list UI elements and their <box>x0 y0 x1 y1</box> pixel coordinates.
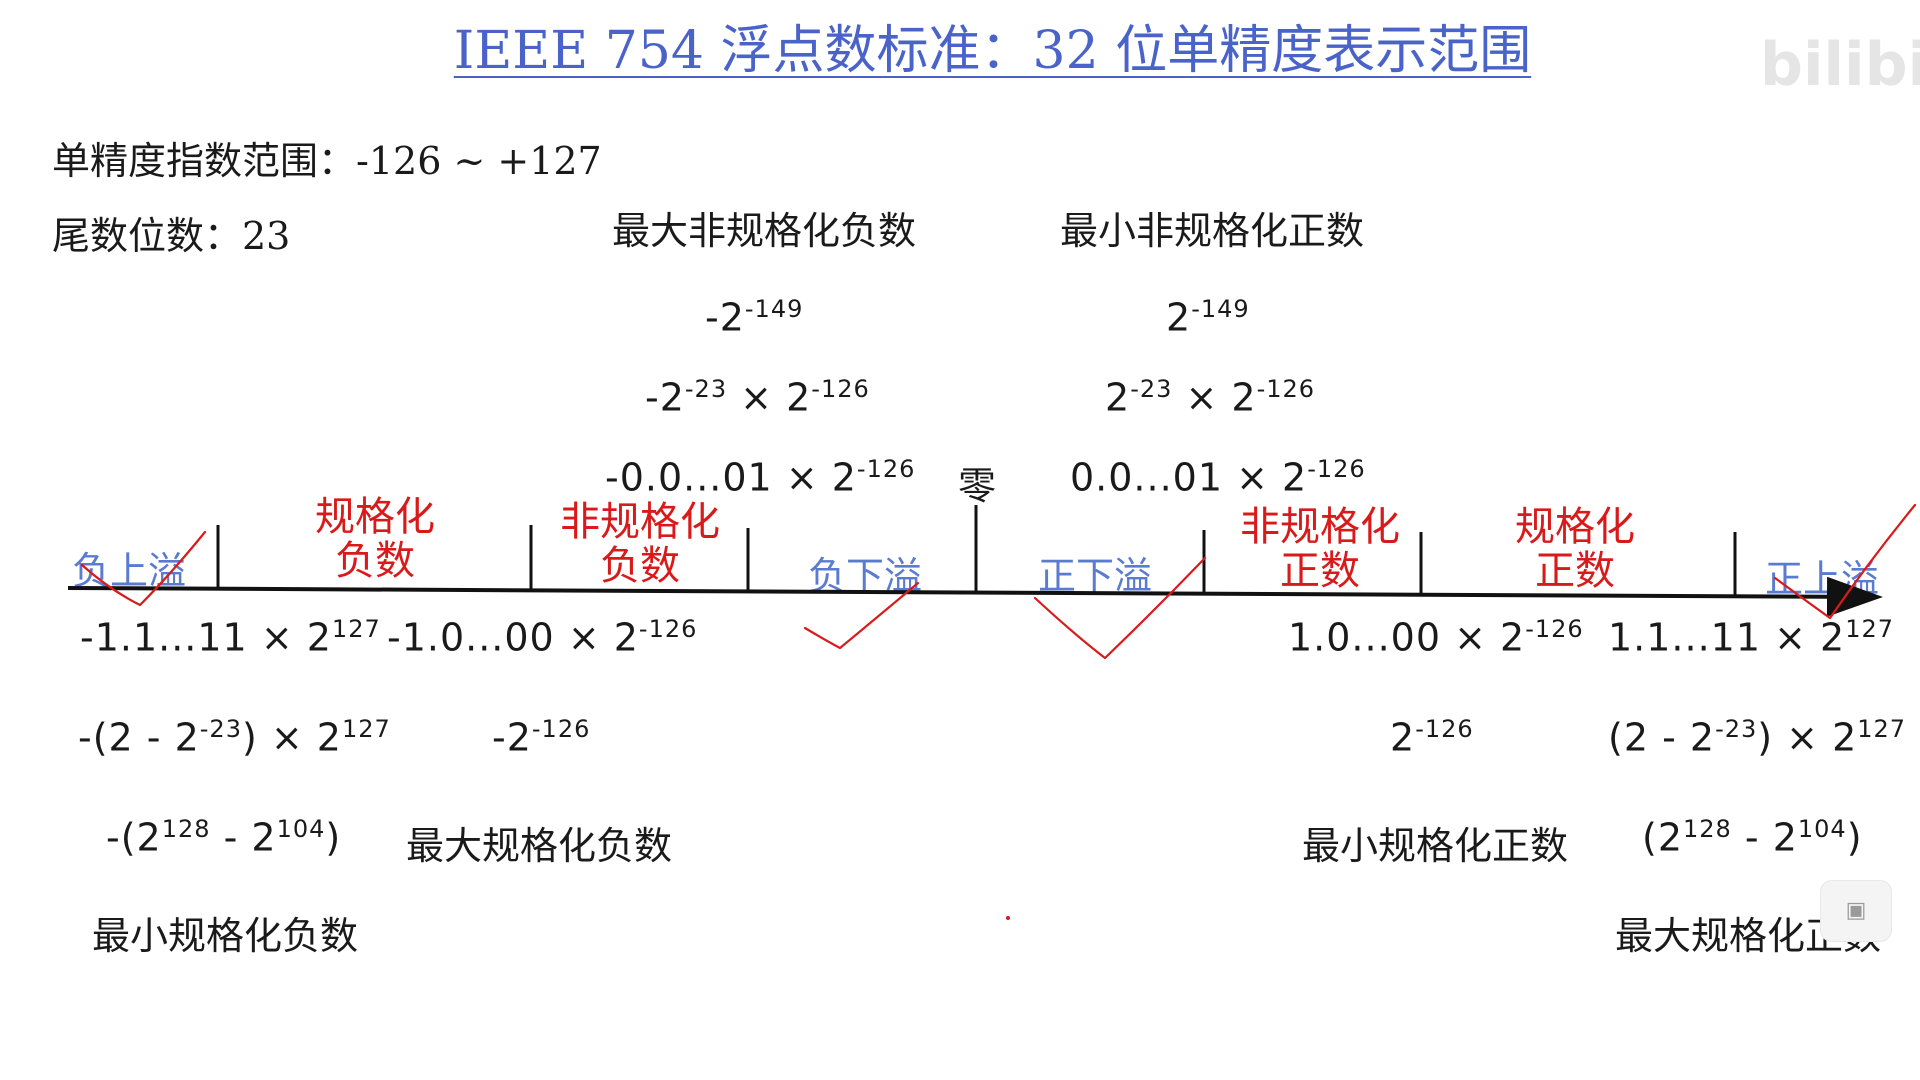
check-pos-underflow <box>1033 556 1207 660</box>
axis-line <box>67 576 1883 617</box>
check-marks <box>80 503 1917 660</box>
number-line <box>67 503 1917 920</box>
check-pos-overflow <box>1773 503 1917 620</box>
stray-dot <box>1006 916 1010 920</box>
check-neg-overflow <box>80 530 207 607</box>
